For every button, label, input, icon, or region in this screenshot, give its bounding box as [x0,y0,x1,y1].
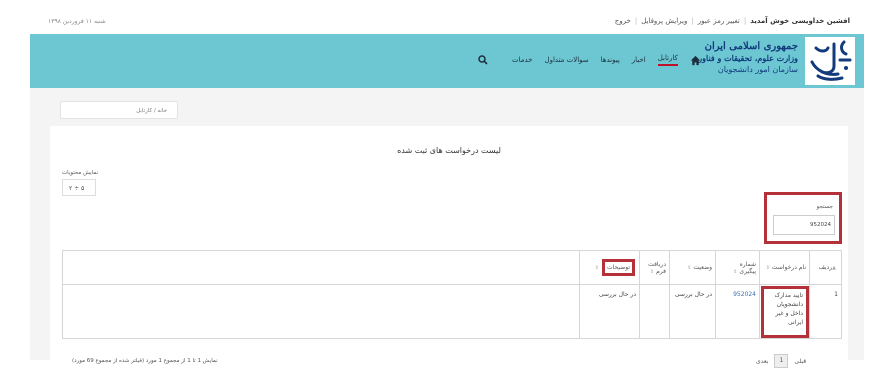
organization-logo-icon [805,37,855,85]
column-header-spacer [62,250,580,285]
sort-icon: ⇕ [733,268,738,275]
column-header-notes[interactable]: توضیحات⇕ [579,250,640,285]
user-links: افشین خداویسی خوش آمدید|تغییر رمز عبور|و… [614,17,850,25]
panel-title: لیست درخواست های ثبت شده [397,146,501,155]
cell-index: 1 [809,284,842,339]
next-page-button[interactable]: بعدی [756,358,768,365]
cell-request-name: تایید مدارک دانشجویان داخل و غیر ایرانی [759,284,810,339]
sort-icon: ⇕ [687,265,692,271]
main-nav: کارتابل اخبار پیوندها سوالات متداول خدما… [478,54,701,66]
column-header-index[interactable]: ▲ردیف [809,250,842,285]
search-icon[interactable] [478,55,488,65]
table-header-row: ▲ردیف نام درخواست⇕ شماره پیگیری⇕ وضعیت⇕ … [62,250,842,285]
sort-icon: ⇕ [765,265,770,271]
welcome-text: افشین خداویسی خوش آمدید [750,17,850,25]
change-password-link[interactable]: تغییر رمز عبور [698,17,740,25]
nav-item-links[interactable]: پیوندها [601,56,620,64]
cell-notes: در حال بررسی [579,284,640,339]
content-area: خانه / کارتابل لیست درخواست های ثبت شده … [30,88,864,368]
column-header-name[interactable]: نام درخواست⇕ [759,250,810,285]
table-info: نمایش 1 تا 1 از مجموع 1 مورد (فیلتر شده … [72,358,218,364]
site-header: جمهوری اسلامی ایران وزارت علوم، تحقیقات … [30,34,864,88]
search-label: جستجو [816,204,833,210]
pagination: قبلی 1 بعدی [756,354,806,368]
column-header-status[interactable]: وضعیت⇕ [669,250,716,285]
search-input[interactable]: 952024 [773,215,835,235]
nav-item-news[interactable]: اخبار [632,56,646,64]
page-length-select[interactable]: ۲ ÷ ۵ [62,179,96,196]
home-icon[interactable] [690,55,701,66]
edit-profile-link[interactable]: ویرایش پروفایل [641,17,687,25]
nav-item-faq[interactable]: سوالات متداول [544,56,588,64]
cell-tracking-number[interactable]: 952024 [715,284,760,339]
search-highlight-box: جستجو 952024 [764,192,842,244]
cell-status: در حال بررسی [669,284,716,339]
prev-page-button[interactable]: قبلی [794,358,806,365]
cell-spacer [62,284,580,339]
requests-table: ▲ردیف نام درخواست⇕ شماره پیگیری⇕ وضعیت⇕ … [62,250,842,339]
page-number-button[interactable]: 1 [774,354,789,368]
top-bar: شنبه ۱۱ فروردین ۱۳۹۸ افشین خداویسی خوش آ… [30,12,856,34]
page-length-label: نمایش محتویات [62,170,99,176]
column-header-form[interactable]: دریافت فرم⇕ [639,250,670,285]
sort-up-icon: ▲ [832,265,836,271]
current-date: شنبه ۱۱ فروردین ۱۳۹۸ [48,18,106,25]
brand-line-1: جمهوری اسلامی ایران [704,41,798,52]
logout-link[interactable]: خروج [615,17,631,25]
requests-panel: لیست درخواست های ثبت شده نمایش محتویات ۲… [50,126,848,368]
table-row: 1 تایید مدارک دانشجویان داخل و غیر ایران… [62,284,842,339]
nav-item-services[interactable]: خدمات [512,56,532,64]
cell-form[interactable] [639,284,670,339]
column-header-tracking[interactable]: شماره پیگیری⇕ [715,250,760,285]
breadcrumb: خانه / کارتابل [60,101,178,119]
sort-icon: ⇕ [649,268,655,275]
nav-item-cartable[interactable]: کارتابل [657,54,678,66]
breadcrumb-path[interactable]: خانه / کارتابل [136,108,167,114]
sort-icon: ⇕ [594,265,599,271]
